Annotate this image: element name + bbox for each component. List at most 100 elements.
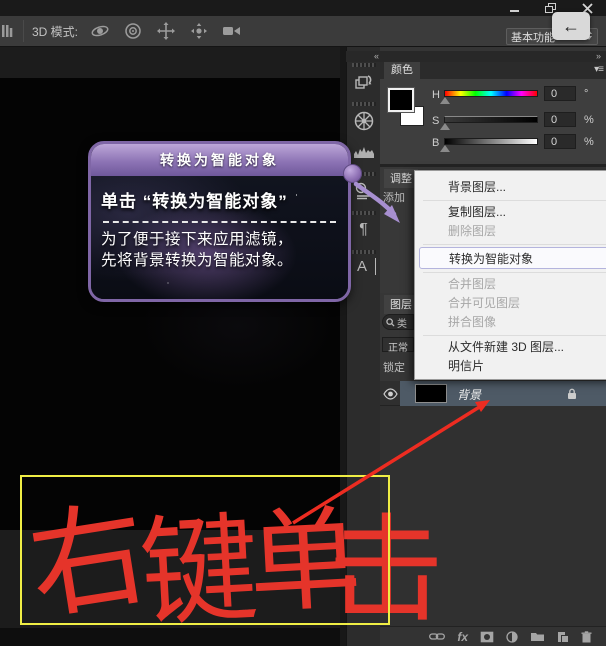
camera-3d-icon[interactable] [222, 21, 242, 41]
orbit-3d-icon[interactable] [90, 21, 110, 41]
brightness-unit: % [584, 136, 594, 148]
color-panel: 颜色 ▾≡ H 0 ° S 0 % B [380, 62, 606, 164]
tab-adjustments[interactable]: 调整 [384, 169, 418, 188]
hue-row: H 0 ° [432, 88, 602, 106]
brightness-slider-thumb[interactable] [440, 145, 450, 152]
menu-item-delete-layer: 删除图层 [415, 222, 606, 241]
dock-cell[interactable]: A [352, 250, 376, 275]
histogram-panel-icon[interactable] [352, 141, 376, 163]
roll-3d-icon[interactable] [123, 21, 143, 41]
link-layers-icon[interactable] [429, 632, 445, 641]
layer-mask-icon[interactable] [480, 631, 494, 643]
menu-separator [423, 244, 606, 245]
dock-cell[interactable] [352, 63, 376, 93]
hue-slider-thumb[interactable] [440, 97, 450, 104]
paragraph-panel-icon[interactable]: ¶ [352, 219, 376, 241]
back-button[interactable]: ← [552, 12, 590, 40]
menu-item-new-3d-layer-from-file[interactable]: 从文件新建 3D 图层... [415, 338, 606, 357]
tab-layers[interactable]: 图层 [384, 295, 418, 314]
callout-body: 单击 “转换为智能对象” 为了便于接下来应用滤镜， 先将背景转换为智能对象。 [91, 176, 348, 302]
visibility-eye-icon[interactable] [383, 387, 398, 399]
history-panel-icon[interactable] [352, 71, 376, 93]
callout-text-line: 先将背景转换为智能对象。 [101, 251, 338, 272]
wheel-panel-icon[interactable] [352, 110, 376, 132]
callout-dashed-divider [103, 221, 336, 223]
color-swatches[interactable] [388, 88, 430, 130]
menu-separator [423, 200, 606, 201]
grip-handle[interactable] [352, 63, 376, 67]
foreground-color-swatch[interactable] [388, 88, 414, 112]
saturation-label: S [432, 115, 439, 127]
menu-item-convert-to-smart-object[interactable]: 转换为智能对象 [419, 247, 606, 269]
tutorial-callout: 转换为智能对象 单击 “转换为智能对象” 为了便于接下来应用滤镜， 先将背景转换… [88, 141, 351, 302]
layer-thumbnail[interactable] [415, 384, 447, 403]
brightness-row: B 0 % [432, 136, 602, 154]
callout-instruction: 单击 “转换为智能对象” [101, 187, 338, 212]
brightness-label: B [432, 137, 439, 149]
menu-item-flatten-image: 拼合图像 [415, 313, 606, 332]
saturation-value-field[interactable]: 0 [544, 112, 576, 127]
menu-item-background-layer[interactable]: 背景图层... [415, 178, 606, 197]
saturation-unit: % [584, 114, 594, 126]
layer-row-background[interactable]: 背景 [380, 381, 606, 406]
layer-name: 背景 [457, 386, 481, 403]
blend-mode-select[interactable]: 正常 [382, 337, 414, 352]
collapse-right-icon[interactable]: » [596, 51, 601, 61]
menu-item-duplicate-layer[interactable]: 复制图层... [415, 203, 606, 222]
hue-value-field[interactable]: 0 [544, 86, 576, 101]
grip-handle[interactable] [352, 102, 376, 106]
layers-search-input[interactable]: 类 [382, 314, 414, 330]
saturation-row: S 0 % [432, 114, 602, 132]
tool-preset-icon[interactable] [1, 22, 15, 40]
slide-3d-icon[interactable] [189, 21, 209, 41]
new-group-folder-icon[interactable] [530, 631, 545, 642]
minimize-icon [509, 3, 521, 13]
lock-icon [567, 387, 577, 405]
grip-handle[interactable] [352, 211, 376, 215]
back-arrow-icon: ← [562, 16, 580, 37]
adjustment-layer-icon[interactable] [506, 631, 518, 643]
new-layer-icon[interactable] [557, 631, 569, 643]
character-panel-icon[interactable]: A [352, 258, 376, 275]
menu-item-postcard[interactable]: 明信片 [415, 357, 606, 376]
dock-cell[interactable] [352, 141, 376, 163]
delete-layer-trash-icon[interactable] [581, 631, 592, 643]
collapse-left-icon[interactable]: « [374, 51, 379, 61]
title-bar [0, 0, 606, 16]
lock-label: 锁定 [383, 359, 405, 375]
brightness-value-field[interactable]: 0 [544, 134, 576, 149]
hue-slider[interactable] [444, 90, 538, 97]
options-separator [23, 20, 24, 42]
callout-title: 转换为智能对象 [91, 144, 348, 176]
minimize-button[interactable] [504, 1, 526, 15]
photoshop-window: 3D 模式: 基本功能 ← [0, 0, 606, 646]
panel-menu-icon[interactable]: ▾≡ [594, 64, 603, 75]
hue-label: H [432, 89, 440, 101]
dock-cell[interactable]: ¶ [352, 211, 376, 241]
layers-empty-area [380, 406, 606, 626]
workspace-label: 基本功能 [511, 29, 555, 45]
color-tab-bar: 颜色 ▾≡ [380, 62, 606, 79]
callout-connector-dot [343, 164, 362, 183]
adjustments-add-label: 添加 [383, 189, 405, 205]
pan-3d-icon[interactable] [156, 21, 176, 41]
menu-separator [423, 335, 606, 336]
tab-color[interactable]: 颜色 [384, 62, 420, 79]
menu-separator [423, 272, 606, 273]
brightness-slider[interactable] [444, 138, 538, 145]
annotation-rectangle [20, 475, 390, 625]
callout-text-line: 为了便于接下来应用滤镜， [101, 230, 338, 251]
menu-item-merge-layers: 合并图层 [415, 275, 606, 294]
layers-toolbar: fx [380, 626, 606, 646]
layer-context-menu: 背景图层... 复制图层... 删除图层 转换为智能对象 合并图层 合并可见图层… [414, 170, 606, 380]
grip-handle[interactable] [352, 250, 376, 254]
adjustments-panel-icon[interactable] [352, 180, 376, 202]
mode-label: 3D 模式: [32, 23, 78, 40]
saturation-slider[interactable] [444, 116, 538, 123]
dock-cell[interactable] [352, 102, 376, 132]
search-icon [386, 318, 395, 327]
panel-collapse-bar: « » [346, 51, 606, 62]
layer-style-fx-icon[interactable]: fx [457, 630, 468, 644]
saturation-slider-thumb[interactable] [440, 123, 450, 130]
menu-item-merge-visible: 合并可见图层 [415, 294, 606, 313]
